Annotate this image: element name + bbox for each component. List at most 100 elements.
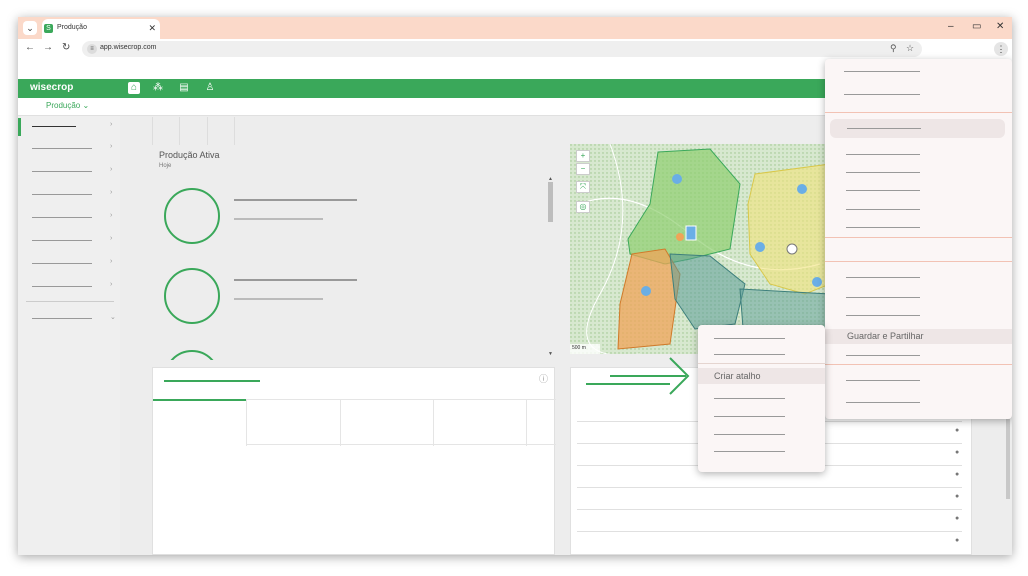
info-icon[interactable]: ⓘ	[539, 372, 548, 385]
browser-context-menu: Guardar e Partilhar	[825, 59, 1012, 419]
save-share-submenu: Criar atalho	[698, 325, 825, 472]
menu-item[interactable]	[846, 209, 920, 210]
bottom-left-panel: ⓘ	[152, 367, 556, 555]
submenu-item[interactable]	[714, 434, 785, 435]
list-row	[577, 509, 962, 510]
production-module-icon[interactable]: ⌂	[128, 82, 140, 94]
panel-heading-line	[164, 380, 260, 382]
menu-item[interactable]	[846, 172, 920, 173]
tab-search-icon[interactable]: ⌄	[23, 21, 37, 35]
bookmark-star-icon[interactable]: ☆	[906, 43, 914, 54]
menu-separator	[825, 261, 1012, 262]
production-donut-chart[interactable]	[164, 188, 220, 244]
worker-icon[interactable]: ♙	[204, 82, 216, 94]
menu-item-label: Guardar e Partilhar	[847, 331, 924, 341]
panel-subtitle: Hoje	[159, 163, 172, 169]
row-action-icon[interactable]: ●	[955, 515, 959, 522]
map-graphic	[570, 144, 830, 354]
sidebar-item[interactable]: ›	[18, 118, 120, 136]
submenu-item-create-shortcut[interactable]: Criar atalho	[698, 368, 825, 384]
minimize-icon[interactable]: –	[948, 21, 954, 32]
menu-separator	[825, 112, 1012, 113]
menu-item[interactable]	[846, 402, 920, 403]
production-donut-chart[interactable]	[164, 268, 220, 324]
maximize-icon[interactable]: ▭	[972, 21, 981, 32]
menu-item[interactable]	[844, 94, 920, 95]
locate-icon[interactable]: ◎	[576, 201, 590, 213]
zoom-out-icon[interactable]: −	[576, 163, 590, 175]
scroll-down-icon[interactable]: ▼	[548, 351, 553, 357]
submenu-item[interactable]	[714, 416, 785, 417]
site-info-icon[interactable]: ≡	[87, 44, 97, 54]
browser-toolbar: ← → ↻ ≡ app.wisecrop.com ⚲ ☆ ⋮	[18, 39, 1012, 59]
chevron-right-icon: ›	[110, 121, 113, 128]
chevron-right-icon: ›	[110, 189, 113, 196]
submenu-item[interactable]	[714, 338, 785, 339]
address-bar[interactable]: ≡ app.wisecrop.com ⚲ ☆	[82, 41, 922, 57]
sidebar-item[interactable]: ⌄	[18, 310, 120, 328]
browser-window: ⌄ S Produção ✕ – ▭ ✕ ← → ↻ ≡ app.wisecro…	[18, 17, 1012, 555]
sidebar-item[interactable]: ›	[18, 232, 120, 250]
active-tab-indicator	[153, 399, 246, 401]
menu-item[interactable]	[846, 227, 920, 228]
field-map[interactable]: + − ⤧ ◎ 500 m	[570, 144, 830, 354]
row-action-icon[interactable]: ●	[955, 493, 959, 500]
row-action-icon[interactable]: ●	[955, 537, 959, 544]
zoom-in-icon[interactable]: +	[576, 150, 590, 162]
submenu-item[interactable]	[714, 398, 785, 399]
sidebar-item[interactable]: ›	[18, 186, 120, 204]
tab-strip: ⌄ S Produção ✕ – ▭ ✕	[18, 17, 1012, 39]
menu-item[interactable]	[846, 154, 920, 155]
list-row	[577, 487, 962, 488]
sidebar: › › › › › › › › ⌄	[18, 116, 120, 555]
tab-close-icon[interactable]: ✕	[148, 23, 156, 34]
wisecrop-logo: wisecrop	[30, 82, 74, 93]
submenu-item[interactable]	[714, 354, 785, 355]
browser-menu-icon[interactable]: ⋮	[994, 42, 1008, 56]
row-action-icon[interactable]: ●	[955, 427, 959, 434]
chevron-right-icon: ›	[110, 235, 113, 242]
warehouse-icon[interactable]: ▤	[178, 82, 190, 94]
menu-item[interactable]	[846, 190, 920, 191]
menu-item[interactable]	[846, 315, 920, 316]
tab-row	[246, 399, 556, 446]
module-selector[interactable]: Produção ⌄	[46, 101, 89, 110]
sidebar-item[interactable]: ›	[18, 140, 120, 158]
forward-icon[interactable]: →	[43, 42, 53, 53]
menu-item[interactable]	[846, 297, 920, 298]
network-icon[interactable]: ⁂	[152, 82, 164, 94]
row-action-icon[interactable]: ●	[955, 449, 959, 456]
back-icon[interactable]: ←	[25, 42, 35, 53]
menu-item[interactable]	[846, 380, 920, 381]
menu-item[interactable]	[846, 355, 920, 356]
submenu-item-label: Criar atalho	[714, 371, 761, 381]
reload-icon[interactable]: ↻	[62, 42, 70, 53]
list-row	[577, 531, 962, 532]
row-action-icon[interactable]: ●	[955, 471, 959, 478]
url-text: app.wisecrop.com	[100, 44, 157, 51]
content-tabs	[152, 117, 236, 145]
panel-scrollbar[interactable]	[548, 182, 553, 222]
menu-item[interactable]	[846, 277, 920, 278]
sidebar-item[interactable]: ›	[18, 278, 120, 296]
sidebar-item[interactable]: ›	[18, 163, 120, 181]
zoom-icon[interactable]: ⚲	[890, 43, 897, 54]
fullscreen-icon[interactable]: ⤧	[576, 181, 590, 193]
sidebar-item[interactable]: ›	[18, 209, 120, 227]
chevron-right-icon: ›	[110, 166, 113, 173]
annotation-arrow-icon	[610, 357, 690, 395]
menu-item-hover[interactable]	[830, 119, 1005, 138]
scroll-up-icon[interactable]: ▲	[548, 176, 553, 182]
submenu-item[interactable]	[714, 451, 785, 452]
menu-separator	[698, 363, 825, 364]
placeholder-line	[234, 199, 357, 201]
menu-item[interactable]	[844, 71, 920, 72]
menu-item-save-share[interactable]: Guardar e Partilhar	[825, 329, 1012, 344]
page-scrollbar[interactable]	[1006, 419, 1010, 499]
sidebar-item[interactable]: ›	[18, 255, 120, 273]
map-scale: 500 m	[572, 345, 586, 351]
close-window-icon[interactable]: ✕	[996, 21, 1004, 32]
chevron-right-icon: ›	[110, 281, 113, 288]
browser-tab[interactable]: S Produção ✕	[42, 19, 160, 39]
production-donut-chart[interactable]	[164, 350, 220, 360]
